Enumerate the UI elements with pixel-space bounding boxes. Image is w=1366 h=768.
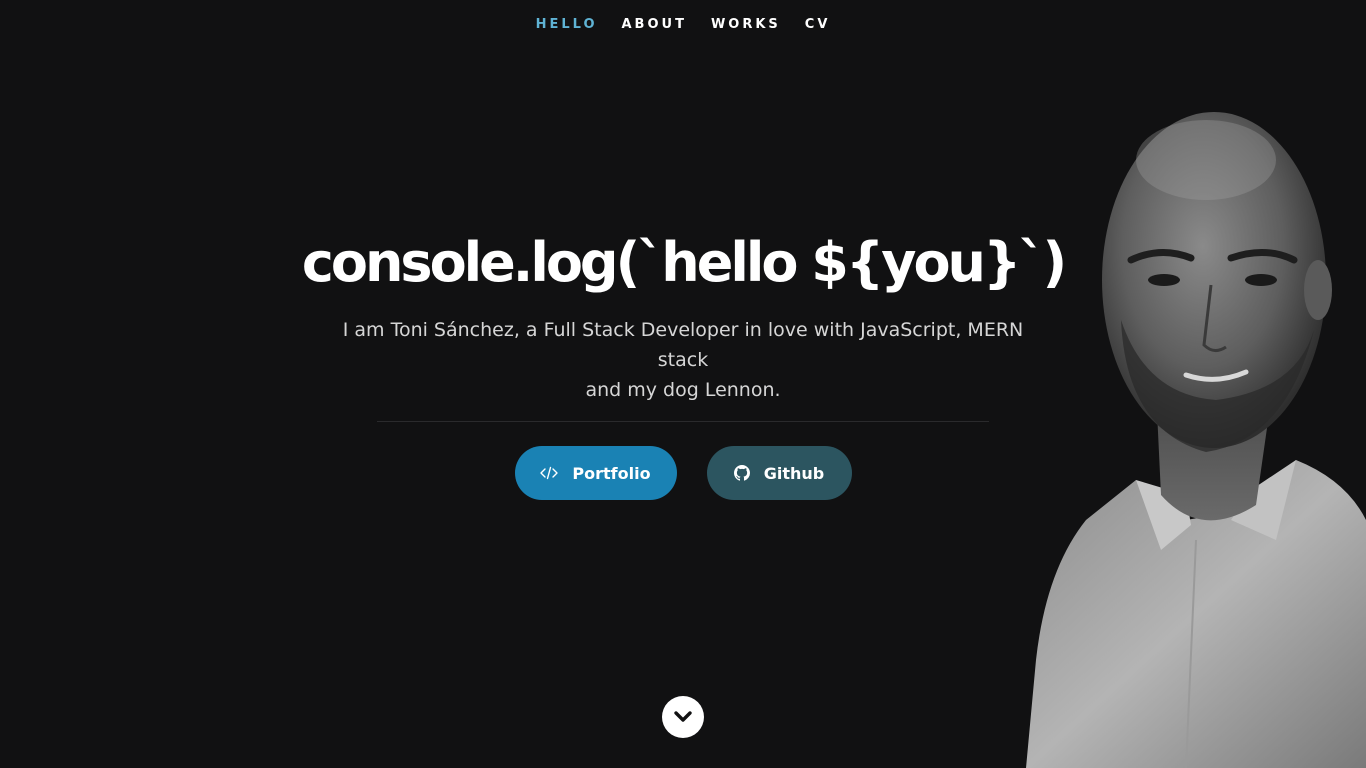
github-icon (733, 464, 750, 482)
code-icon (540, 464, 559, 482)
hero-title: console.log(`hello ${you}`) (301, 231, 1067, 294)
nav-item-cv[interactable]: CV (805, 17, 831, 32)
hero-subtitle-line1: I am Toni Sánchez, a Full Stack Develope… (342, 319, 1024, 371)
nav-item-works[interactable]: WORKS (711, 17, 781, 32)
page: HELLO ABOUT WORKS CV console.log(`hello … (0, 0, 1366, 768)
hero-subtitle: I am Toni Sánchez, a Full Stack Develope… (323, 315, 1043, 405)
hero-subtitle-line2: and my dog Lennon. (585, 379, 781, 401)
hero-section: console.log(`hello ${you}`) I am Toni Sá… (280, 225, 1086, 500)
nav-item-about[interactable]: ABOUT (622, 17, 687, 32)
portfolio-button-label: Portfolio (572, 463, 651, 483)
github-button-label: Github (763, 463, 825, 483)
top-nav: HELLO ABOUT WORKS CV (0, 0, 1366, 48)
portfolio-button[interactable]: Portfolio (514, 446, 677, 500)
hero-divider (377, 421, 989, 422)
chevron-down-icon (673, 710, 693, 724)
profile-portrait (1026, 112, 1366, 768)
scroll-down-button[interactable] (662, 696, 704, 738)
github-button[interactable]: Github (706, 446, 852, 500)
nav-item-hello[interactable]: HELLO (536, 17, 598, 32)
cta-button-row: Portfolio Github (280, 446, 1086, 500)
